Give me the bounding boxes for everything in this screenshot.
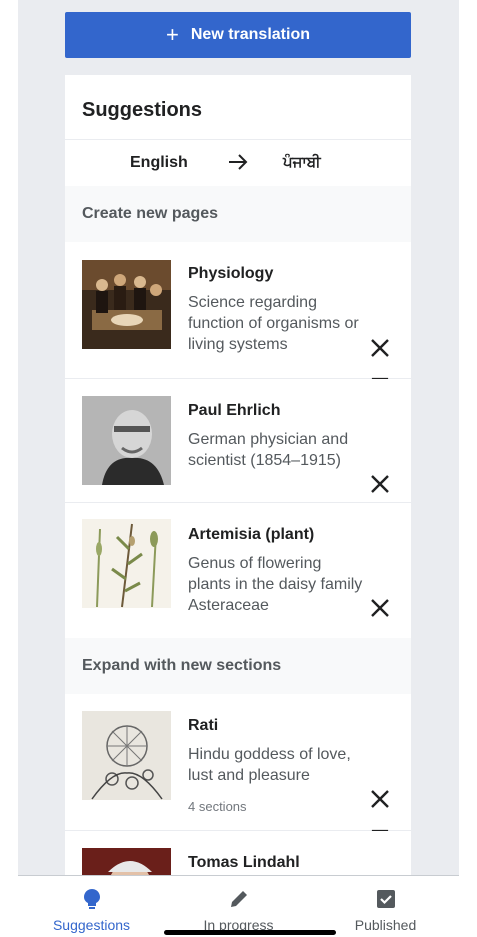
target-language[interactable]: ਪੰਜਾਬੀ — [283, 154, 321, 171]
expand-sections-header: Expand with new sections — [65, 638, 411, 694]
suggestion-item-tomas-lindahl[interactable]: Tomas Lindahl — [65, 831, 411, 875]
sections-count: 4 sections — [188, 799, 247, 814]
item-title: Tomas Lindahl — [188, 854, 300, 871]
suggestions-title: Suggestions — [82, 99, 203, 121]
paul-ehrlich-thumbnail — [82, 396, 171, 485]
tab-published[interactable]: Published — [312, 876, 459, 937]
item-title: Artemisia (plant) — [188, 526, 315, 543]
tab-suggestions[interactable]: Suggestions — [18, 876, 165, 937]
suggestion-item-rati[interactable]: Rati Hindu goddess of love, lust and ple… — [65, 694, 411, 853]
plus-icon: + — [166, 22, 179, 47]
item-title: Rati — [188, 717, 219, 734]
create-new-pages-header: Create new pages — [65, 186, 411, 242]
dismiss-icon[interactable] — [369, 473, 391, 495]
dismiss-icon[interactable] — [369, 597, 391, 619]
suggestion-item-artemisia[interactable]: Artemisia (plant) Genus of flowering pla… — [65, 503, 411, 662]
physiology-thumbnail — [82, 260, 171, 349]
dismiss-icon[interactable] — [369, 788, 391, 810]
tab-label: Suggestions — [52, 917, 131, 933]
page-background: + New translation Suggestions English ਪੰ… — [18, 0, 459, 875]
source-language[interactable]: English — [130, 154, 188, 172]
suggestions-card: Suggestions English ਪੰਜਾਬੀ Create new pa… — [65, 75, 411, 875]
bottom-tab-bar: Suggestions In progress Published — [18, 875, 459, 937]
item-description: Science regarding function of organisms … — [188, 294, 359, 353]
dismiss-icon[interactable] — [369, 337, 391, 359]
tomas-lindahl-thumbnail — [82, 848, 171, 875]
tab-in-progress[interactable]: In progress — [165, 876, 312, 937]
language-selector[interactable]: English ਪੰਜਾਬੀ — [65, 139, 411, 185]
artemisia-thumbnail — [82, 519, 171, 608]
suggestion-item-paul-ehrlich[interactable]: Paul Ehrlich German physician and scient… — [65, 379, 411, 538]
rati-thumbnail — [82, 711, 171, 800]
suggestion-item-physiology[interactable]: Physiology Science regarding function of… — [65, 242, 411, 401]
item-description: German physician and scientist (1854–191… — [188, 431, 349, 469]
new-translation-label: New translation — [190, 26, 310, 43]
item-description: Hindu goddess of love, lust and pleasure — [188, 746, 351, 784]
arrow-right-icon — [227, 151, 249, 178]
item-description: Genus of flowering plants in the daisy f… — [188, 555, 363, 614]
item-title: Physiology — [188, 265, 274, 282]
pencil-icon — [229, 888, 249, 910]
new-translation-button[interactable]: + New translation — [65, 12, 411, 58]
tab-label: Published — [354, 917, 417, 933]
home-indicator — [164, 930, 336, 935]
item-title: Paul Ehrlich — [188, 402, 281, 419]
lightbulb-icon — [83, 888, 101, 910]
checkbox-icon — [376, 888, 396, 910]
